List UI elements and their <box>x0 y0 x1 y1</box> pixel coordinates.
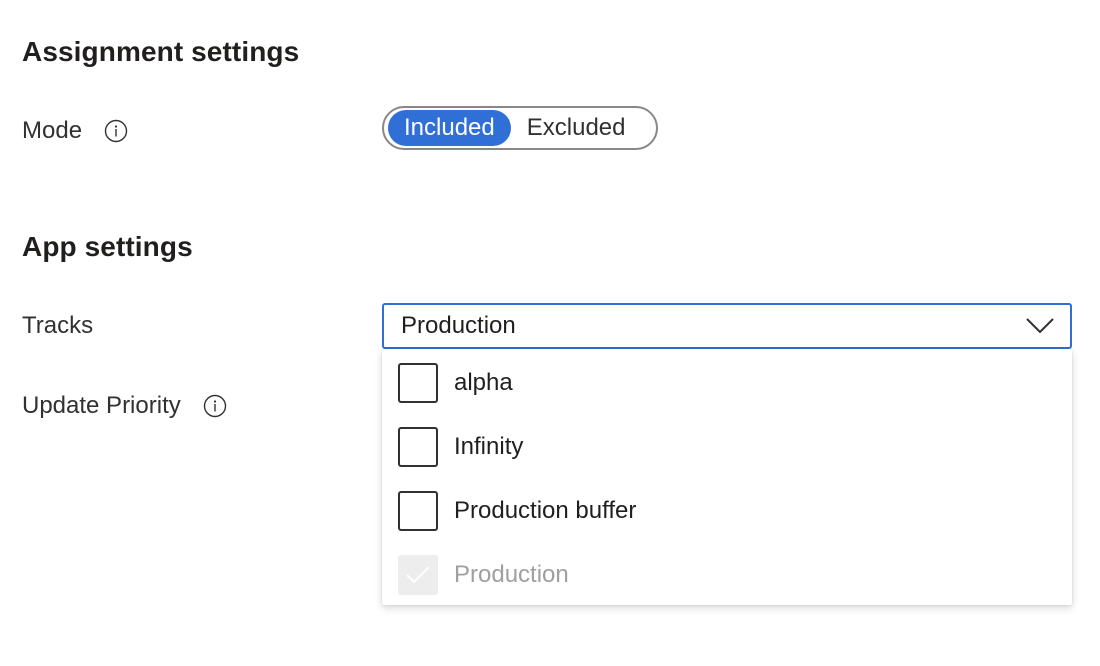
checkmark-icon <box>406 566 430 584</box>
mode-included-option[interactable]: Included <box>388 110 511 146</box>
track-option-label: Production <box>454 561 569 588</box>
mode-row-label: Mode <box>22 117 128 145</box>
update-priority-label: Update Priority <box>22 392 181 419</box>
track-option-label: Production buffer <box>454 497 637 524</box>
app-settings-title: App settings <box>22 231 193 262</box>
tracks-dropdown-menu: alpha Infinity Production buffer Product… <box>382 349 1072 605</box>
checkbox[interactable] <box>398 427 438 467</box>
tracks-dropdown-value: Production <box>401 312 516 339</box>
checkbox[interactable] <box>398 363 438 403</box>
track-option-label: alpha <box>454 369 513 396</box>
mode-label: Mode <box>22 117 83 144</box>
update-priority-row-label: Update Priority <box>22 392 227 420</box>
tracks-dropdown[interactable]: Production <box>382 303 1072 349</box>
assignment-settings-title: Assignment settings <box>22 36 300 67</box>
tracks-label: Tracks <box>22 312 94 339</box>
mode-toggle[interactable]: Included Excluded <box>382 106 658 150</box>
track-option-alpha[interactable]: alpha <box>398 363 513 403</box>
settings-page: Assignment settings Mode Included Exclud… <box>0 0 1100 666</box>
track-option-infinity[interactable]: Infinity <box>398 427 523 467</box>
checkbox[interactable] <box>398 491 438 531</box>
chevron-down-icon[interactable] <box>1026 318 1054 334</box>
mode-excluded-option[interactable]: Excluded <box>511 110 642 146</box>
checkbox-checked-disabled <box>398 555 438 595</box>
track-option-production: Production <box>398 555 569 595</box>
tracks-row-label: Tracks <box>22 312 93 340</box>
track-option-production-buffer[interactable]: Production buffer <box>398 491 636 531</box>
info-icon[interactable] <box>104 119 128 143</box>
info-icon[interactable] <box>203 394 227 418</box>
track-option-label: Infinity <box>454 433 524 460</box>
